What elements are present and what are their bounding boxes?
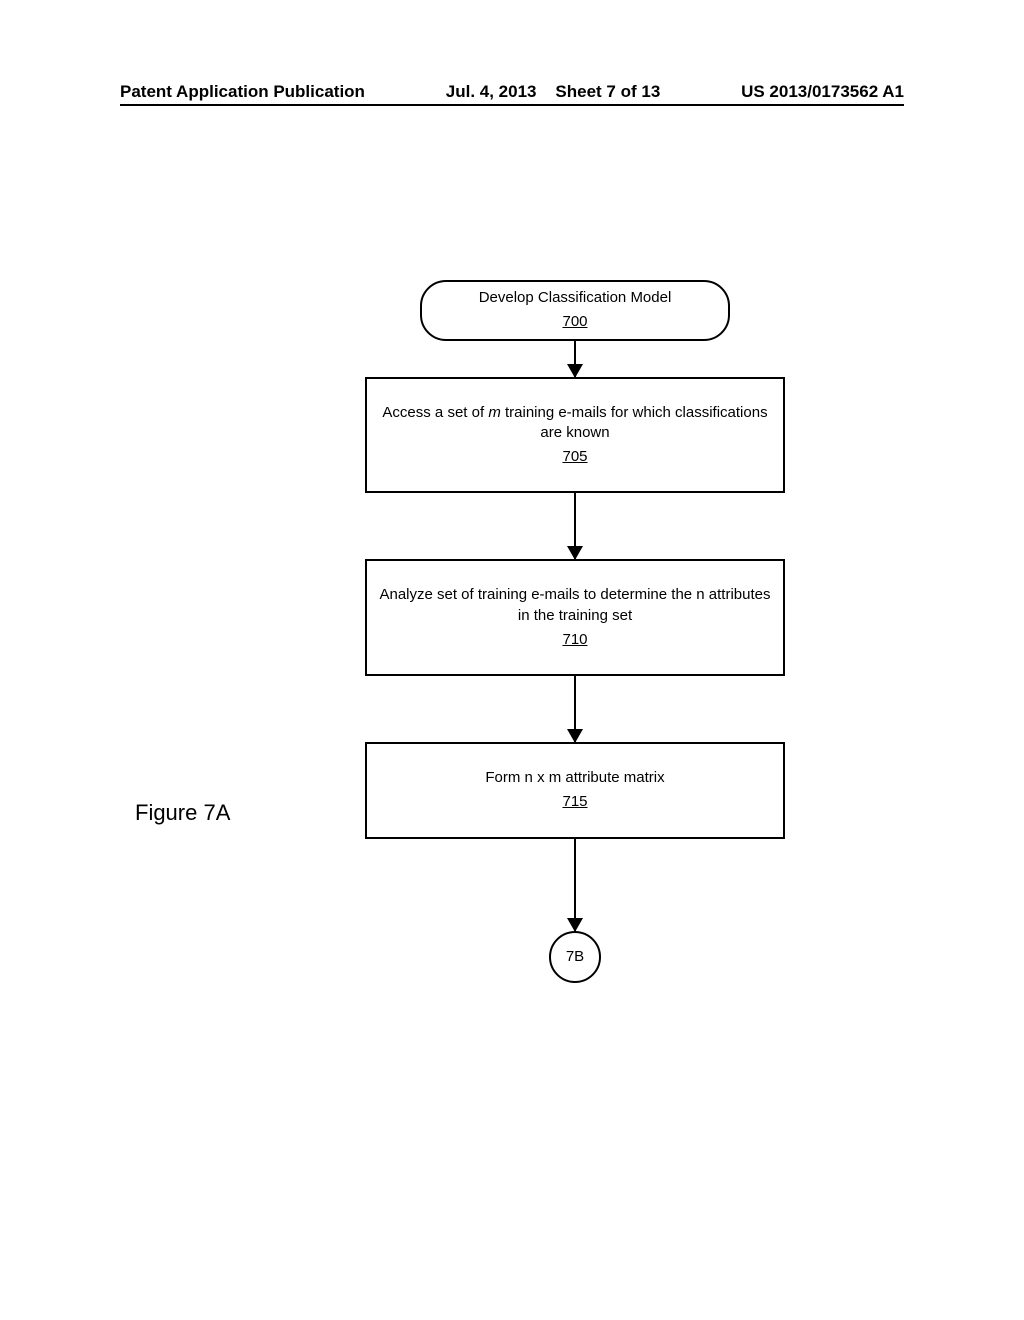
connector-label: 7B [566,948,584,965]
step-text: Analyze set of training e-mails to deter… [379,585,771,626]
flow-arrow-icon [574,493,576,559]
publication-date: Jul. 4, 2013 [446,82,537,101]
step-ref: 710 [562,630,587,650]
publication-date-sheet: Jul. 4, 2013 Sheet 7 of 13 [446,82,661,102]
step-text: Form n x m attribute matrix [379,768,771,788]
step-ref: 705 [562,447,587,467]
publication-type: Patent Application Publication [120,82,365,102]
flow-arrow-icon [574,676,576,742]
publication-number: US 2013/0173562 A1 [741,82,904,102]
flow-step-715: Form n x m attribute matrix 715 [365,742,785,839]
sheet-number: Sheet 7 of 13 [555,82,660,101]
step-text: Access a set of m training e-mails for w… [379,403,771,444]
terminator-ref: 700 [562,312,587,332]
flowchart: Develop Classification Model 700 Access … [365,280,785,983]
flow-arrow-icon [574,341,576,377]
flow-terminator: Develop Classification Model 700 [420,280,730,341]
terminator-title: Develop Classification Model [432,288,718,308]
patent-page: Patent Application Publication Jul. 4, 2… [0,0,1024,1320]
page-header: Patent Application Publication Jul. 4, 2… [120,82,904,106]
flow-step-705: Access a set of m training e-mails for w… [365,377,785,494]
flow-step-710: Analyze set of training e-mails to deter… [365,559,785,676]
figure-label: Figure 7A [135,800,230,826]
step-ref: 715 [562,792,587,812]
flow-arrow-icon [574,839,576,931]
flow-connector-7b: 7B [549,931,601,983]
